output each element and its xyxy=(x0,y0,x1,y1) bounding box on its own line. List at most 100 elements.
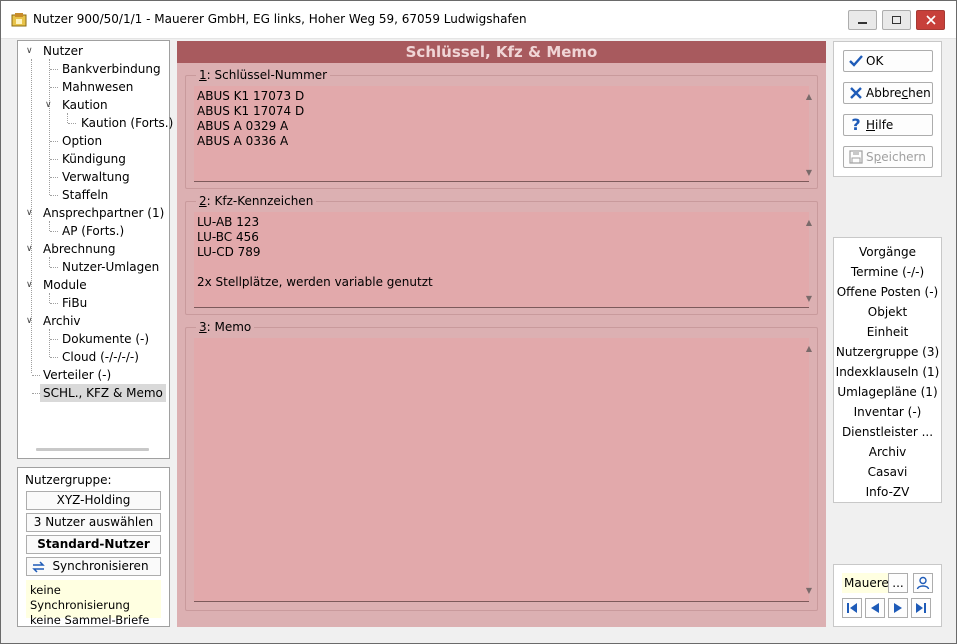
tree-item-ansprechpartner[interactable]: Ansprechpartner (1) xyxy=(43,204,164,222)
note-line-1: keine Synchronisierung xyxy=(30,583,130,612)
tree-item-kaution-forts[interactable]: Kaution (Forts.) xyxy=(81,114,173,132)
link-objekt[interactable]: Objekt xyxy=(834,302,941,322)
license-plate-label: 2: Kfz-Kennzeichen xyxy=(196,194,317,208)
main-content: 1: Schlüssel-Nummer ABUS K1 17073 D ABUS… xyxy=(177,63,826,627)
app-window: Nutzer 900/50/1/1 - Mauerer GmbH, EG lin… xyxy=(0,0,957,644)
standard-user-button[interactable]: Standard-Nutzer xyxy=(26,535,161,554)
related-links-panel: Vorgänge Termine (-/-) Offene Posten (-)… xyxy=(833,237,942,503)
scroll-down-icon[interactable]: ▼ xyxy=(806,168,812,177)
save-icon xyxy=(849,150,863,164)
first-record-button[interactable] xyxy=(842,598,862,618)
next-record-button[interactable] xyxy=(888,598,908,618)
tree-item-option[interactable]: Option xyxy=(62,132,102,150)
tree-item-archiv[interactable]: Archiv xyxy=(43,312,81,330)
memo-textarea[interactable] xyxy=(194,338,809,602)
memo-label: 3: Memo xyxy=(196,320,255,334)
maximize-button[interactable] xyxy=(882,10,911,30)
link-casavi[interactable]: Casavi xyxy=(834,462,941,482)
link-inventar[interactable]: Inventar (-) xyxy=(834,402,941,422)
next-icon xyxy=(894,603,902,613)
link-indexklauseln[interactable]: Indexklauseln (1) xyxy=(834,362,941,382)
save-button[interactable]: Speichern xyxy=(843,146,933,168)
tree-item-nutzer[interactable]: Nutzer xyxy=(43,42,83,60)
license-plate-group: 2: Kfz-Kennzeichen LU-AB 123 LU-BC 456 L… xyxy=(185,194,818,315)
collapse-icon[interactable]: ∨ xyxy=(26,204,36,222)
link-vorgaenge[interactable]: Vorgänge xyxy=(834,242,941,262)
help-button[interactable]: ? Hilfe xyxy=(843,114,933,136)
key-number-label: 1: Schlüssel-Nummer xyxy=(196,68,331,82)
collapse-icon[interactable]: ∨ xyxy=(26,276,36,294)
tree-item-abrechnung[interactable]: Abrechnung xyxy=(43,240,116,258)
tree-item-nutzer-umlagen[interactable]: Nutzer-Umlagen xyxy=(62,258,159,276)
sync-status-note: keine Synchronisierung keine Sammel-Brie… xyxy=(26,580,161,627)
action-panel: OK Abbrechen ? Hilfe Speichern xyxy=(833,41,942,177)
last-record-button[interactable] xyxy=(911,598,931,618)
collapse-icon[interactable]: ∨ xyxy=(26,240,36,258)
tree-item-kaution[interactable]: Kaution xyxy=(62,96,108,114)
link-einheit[interactable]: Einheit xyxy=(834,322,941,342)
previous-record-button[interactable] xyxy=(865,598,885,618)
scroll-up-icon[interactable]: ▲ xyxy=(806,218,812,227)
tree-item-fibu[interactable]: FiBu xyxy=(62,294,87,312)
link-dienstleister[interactable]: Dienstleister ... xyxy=(834,422,941,442)
link-info-zv[interactable]: Info-ZV xyxy=(834,482,941,502)
minimize-button[interactable] xyxy=(848,10,877,30)
record-navigator: Mauere ... xyxy=(833,564,942,627)
tree-item-mahnwesen[interactable]: Mahnwesen xyxy=(62,78,133,96)
tree-item-module[interactable]: Module xyxy=(43,276,87,294)
tree-item-verwaltung[interactable]: Verwaltung xyxy=(62,168,130,186)
tree-item-dokumente[interactable]: Dokumente (-) xyxy=(62,330,149,348)
cancel-x-icon xyxy=(850,87,862,99)
memo-group: 3: Memo ▲ ▼ xyxy=(185,320,818,611)
collapse-icon[interactable]: ∨ xyxy=(26,312,36,330)
browse-button[interactable]: ... xyxy=(888,573,908,593)
tree-item-kuendigung[interactable]: Kündigung xyxy=(62,150,126,168)
cancel-button[interactable]: Abbrechen xyxy=(843,82,933,104)
link-offene-posten[interactable]: Offene Posten (-) xyxy=(834,282,941,302)
sync-button[interactable]: Synchronisieren xyxy=(26,557,161,576)
navigation-tree[interactable]: ∨ Nutzer Bankverbindung Mahnwesen ∨ Kaut… xyxy=(17,40,173,459)
close-icon xyxy=(925,15,936,25)
previous-icon xyxy=(871,603,879,613)
ok-button[interactable]: OK xyxy=(843,50,933,72)
last-icon xyxy=(916,603,926,613)
person-icon xyxy=(916,576,930,590)
link-archiv[interactable]: Archiv xyxy=(834,442,941,462)
sync-icon xyxy=(32,561,45,573)
tree-item-verteiler[interactable]: Verteiler (-) xyxy=(43,366,111,384)
help-icon: ? xyxy=(851,115,861,134)
scroll-up-icon[interactable]: ▲ xyxy=(806,92,812,101)
key-number-group: 1: Schlüssel-Nummer ABUS K1 17073 D ABUS… xyxy=(185,68,818,189)
link-umlageplaene[interactable]: Umlagepläne (1) xyxy=(834,382,941,402)
scroll-down-icon[interactable]: ▼ xyxy=(806,294,812,303)
checkmark-icon xyxy=(849,55,863,67)
group-button[interactable]: XYZ-Holding xyxy=(26,491,161,510)
note-line-2: keine Sammel-Briefe xyxy=(30,613,150,627)
link-termine[interactable]: Termine (-/-) xyxy=(834,262,941,282)
collapse-icon[interactable]: ∨ xyxy=(45,96,55,114)
collapse-icon[interactable]: ∨ xyxy=(26,42,36,60)
tree-item-staffeln[interactable]: Staffeln xyxy=(62,186,108,204)
license-plate-textarea[interactable]: LU-AB 123 LU-BC 456 LU-CD 789 2x Stellpl… xyxy=(194,212,809,308)
key-number-textarea[interactable]: ABUS K1 17073 D ABUS K1 17074 D ABUS A 0… xyxy=(194,86,809,182)
tree-item-ap-forts[interactable]: AP (Forts.) xyxy=(62,222,124,240)
horizontal-scrollbar[interactable] xyxy=(36,448,149,451)
scroll-up-icon[interactable]: ▲ xyxy=(806,344,812,353)
minimize-icon xyxy=(858,21,867,24)
window-title: Nutzer 900/50/1/1 - Mauerer GmbH, EG lin… xyxy=(33,12,527,26)
sync-label: Synchronisieren xyxy=(52,559,149,573)
restore-icon xyxy=(892,16,901,24)
record-name-field[interactable]: Mauere xyxy=(842,573,888,593)
person-button[interactable] xyxy=(913,573,933,593)
group-title: Nutzergruppe: xyxy=(25,473,112,487)
app-icon xyxy=(11,13,27,27)
select-users-button[interactable]: 3 Nutzer auswählen xyxy=(26,513,161,532)
tree-item-cloud[interactable]: Cloud (-/-/-/-) xyxy=(62,348,139,366)
scroll-down-icon[interactable]: ▼ xyxy=(806,586,812,595)
link-nutzergruppe[interactable]: Nutzergruppe (3) xyxy=(834,342,941,362)
title-bar[interactable]: Nutzer 900/50/1/1 - Mauerer GmbH, EG lin… xyxy=(1,1,956,39)
user-group-panel: Nutzergruppe: XYZ-Holding 3 Nutzer auswä… xyxy=(17,467,170,627)
close-button[interactable] xyxy=(916,10,945,30)
tree-item-schl-kfz-memo[interactable]: SCHL., KFZ & Memo xyxy=(40,384,166,402)
tree-item-bankverbindung[interactable]: Bankverbindung xyxy=(62,60,161,78)
